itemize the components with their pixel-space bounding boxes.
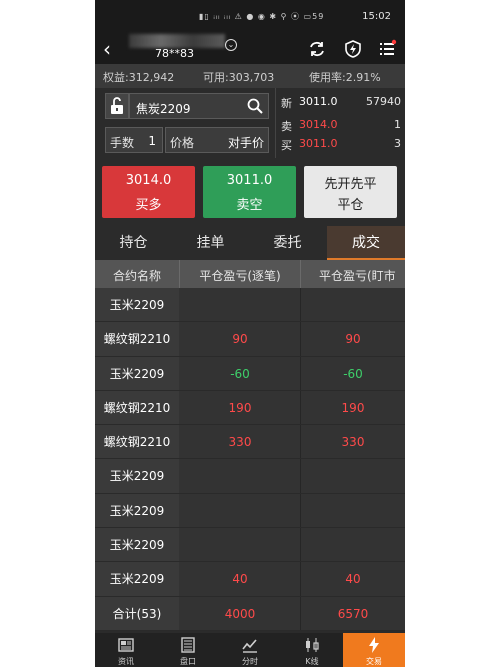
tab-bar: 持仓 挂单 委托 成交 bbox=[95, 226, 405, 260]
contract-name: 玉米2209 bbox=[95, 493, 179, 528]
fills-table: 玉米2209 螺纹钢2210 90 90 玉米2209 -60 -60 螺纹钢2210 190 1… bbox=[95, 288, 405, 631]
sell-short-button[interactable]: 3011.0 卖空 bbox=[203, 166, 296, 218]
clock: 15:02 bbox=[362, 11, 391, 22]
nav-news[interactable]: 资讯 bbox=[95, 633, 157, 667]
chevron-down-icon[interactable]: ⌄ bbox=[225, 39, 237, 51]
table-header: 合约名称 平仓盈亏(逐笔) 平仓盈亏(盯市 bbox=[95, 260, 405, 288]
contract-name: 合计(53) bbox=[95, 596, 179, 630]
menu-list-icon[interactable] bbox=[377, 39, 397, 59]
nav-trade[interactable]: 交易 bbox=[343, 633, 405, 667]
account-name-redacted bbox=[129, 34, 225, 48]
unlock-icon bbox=[111, 97, 123, 114]
pnl-trade-cell: -60 bbox=[230, 366, 250, 381]
pnl-trade-cell: 40 bbox=[232, 572, 248, 587]
contract-name: 玉米2209 bbox=[95, 459, 179, 493]
candlestick-icon bbox=[306, 638, 319, 652]
table-row[interactable]: 玉米2209 bbox=[95, 493, 405, 529]
tab-positions[interactable]: 持仓 bbox=[95, 226, 172, 260]
col-pnl-trade[interactable]: 平仓盈亏(逐笔) bbox=[180, 267, 300, 284]
battery-level: 59 bbox=[312, 12, 325, 21]
news-icon bbox=[118, 638, 134, 652]
table-row[interactable]: 玉米2209 bbox=[95, 459, 405, 494]
table-row[interactable]: 玉米2209 -60 -60 bbox=[95, 356, 405, 391]
pnl-trade-cell: 190 bbox=[228, 400, 252, 415]
divider bbox=[275, 88, 276, 158]
available-funds: 可用:303,703 bbox=[203, 71, 275, 84]
shield-lightning-icon[interactable] bbox=[343, 39, 363, 59]
account-summary: 权益:312,942 可用:303,703 使用率:2.91% bbox=[95, 64, 405, 88]
divider bbox=[300, 459, 301, 493]
contract-name: 玉米2209 bbox=[95, 356, 179, 390]
table-row[interactable]: 玉米2209 40 40 bbox=[95, 562, 405, 597]
pnl-mark-cell: 90 bbox=[345, 332, 361, 347]
account-id[interactable]: 78**83 bbox=[155, 47, 194, 60]
pnl-trade-cell: 330 bbox=[228, 435, 252, 450]
table-row[interactable]: 螺纹钢2210 90 90 bbox=[95, 322, 405, 357]
table-row[interactable]: 玉米2209 bbox=[95, 288, 405, 323]
timeshare-chart-icon bbox=[242, 639, 257, 653]
close-position-button[interactable]: 先开先平 平仓 bbox=[304, 166, 397, 218]
contract-name: 玉米2209 bbox=[95, 528, 179, 562]
table-total-row[interactable]: 合计(53) 4000 6570 bbox=[95, 596, 405, 631]
nav-order-book[interactable]: 盘口 bbox=[157, 633, 219, 667]
pnl-trade-cell: 90 bbox=[232, 332, 248, 347]
tab-fills[interactable]: 成交 bbox=[327, 226, 405, 260]
buy-long-button[interactable]: 3014.0 买多 bbox=[102, 166, 195, 218]
quantity-label: 手数 bbox=[110, 136, 135, 150]
phone-screen: ▮▯ ᵢₗₗ ᵢₗₗ ⚠ ● ◉ ✱ ⚲ ⦿ ▭59 15:02 ‹ 78**8… bbox=[95, 0, 405, 667]
status-icons: ▮▯ ᵢₗₗ ᵢₗₗ ⚠ ● ◉ ✱ ⚲ ⦿ ▭59 bbox=[199, 12, 325, 21]
nav-timeshare[interactable]: 分时 bbox=[219, 633, 281, 667]
nav-kline[interactable]: K线 bbox=[281, 633, 343, 667]
tab-orders[interactable]: 委托 bbox=[249, 226, 326, 260]
contract-name: 螺纹钢2210 bbox=[95, 425, 179, 459]
order-panel: 焦炭2209 手数 1 价格 对手价 新 3011.0 57940 卖 3014… bbox=[95, 88, 405, 158]
search-icon[interactable] bbox=[246, 97, 264, 115]
symbol-name: 焦炭2209 bbox=[136, 102, 191, 116]
table-row[interactable]: 玉米2209 bbox=[95, 528, 405, 563]
tab-pending-orders[interactable]: 挂单 bbox=[172, 226, 249, 260]
order-book-icon bbox=[181, 637, 195, 653]
price-field[interactable]: 价格 对手价 bbox=[165, 127, 269, 153]
contract-name: 玉米2209 bbox=[95, 562, 179, 596]
refresh-icon[interactable] bbox=[307, 39, 327, 59]
contract-name: 螺纹钢2210 bbox=[95, 390, 179, 425]
contract-name: 玉米2209 bbox=[95, 288, 179, 322]
status-bar: ▮▯ ᵢₗₗ ᵢₗₗ ⚠ ● ◉ ✱ ⚲ ⦿ ▭59 15:02 bbox=[95, 0, 405, 34]
price-label: 价格 bbox=[170, 136, 195, 150]
pnl-trade-cell: 4000 bbox=[224, 606, 256, 621]
pnl-mark-cell: 40 bbox=[345, 572, 361, 587]
pnl-mark-cell: 6570 bbox=[337, 606, 369, 621]
symbol-selector[interactable]: 焦炭2209 bbox=[129, 93, 269, 119]
pnl-mark-cell: 190 bbox=[341, 400, 365, 415]
col-contract[interactable]: 合约名称 bbox=[95, 267, 179, 284]
pnl-mark-cell: -60 bbox=[343, 366, 363, 381]
table-row[interactable]: 螺纹钢2210 330 330 bbox=[95, 425, 405, 460]
pnl-mark-cell: 330 bbox=[341, 435, 365, 450]
table-row[interactable]: 螺纹钢2210 190 190 bbox=[95, 390, 405, 426]
back-icon[interactable]: ‹ bbox=[103, 37, 111, 61]
divider bbox=[300, 528, 301, 562]
quantity-value[interactable]: 1 bbox=[148, 134, 156, 148]
margin-usage: 使用率:2.91% bbox=[309, 71, 381, 84]
divider bbox=[300, 288, 301, 322]
equity: 权益:312,942 bbox=[103, 71, 175, 84]
quote-last: 新 3011.0 57940 bbox=[281, 95, 401, 110]
quantity-field[interactable]: 手数 1 bbox=[105, 127, 163, 153]
quote-ask: 卖 3014.0 1 bbox=[281, 118, 401, 133]
lightning-icon bbox=[369, 637, 379, 653]
contract-name: 螺纹钢2210 bbox=[95, 322, 179, 356]
divider bbox=[300, 493, 301, 528]
top-nav: ‹ 78**83 ⌄ bbox=[95, 34, 405, 64]
col-pnl-mark[interactable]: 平仓盈亏(盯市 bbox=[301, 267, 405, 284]
price-mode[interactable]: 对手价 bbox=[228, 134, 264, 151]
quote-bid: 买 3011.0 3 bbox=[281, 137, 401, 152]
lock-toggle[interactable] bbox=[105, 93, 129, 119]
bottom-nav: 资讯 盘口 分时 K线 交易 bbox=[95, 633, 405, 667]
